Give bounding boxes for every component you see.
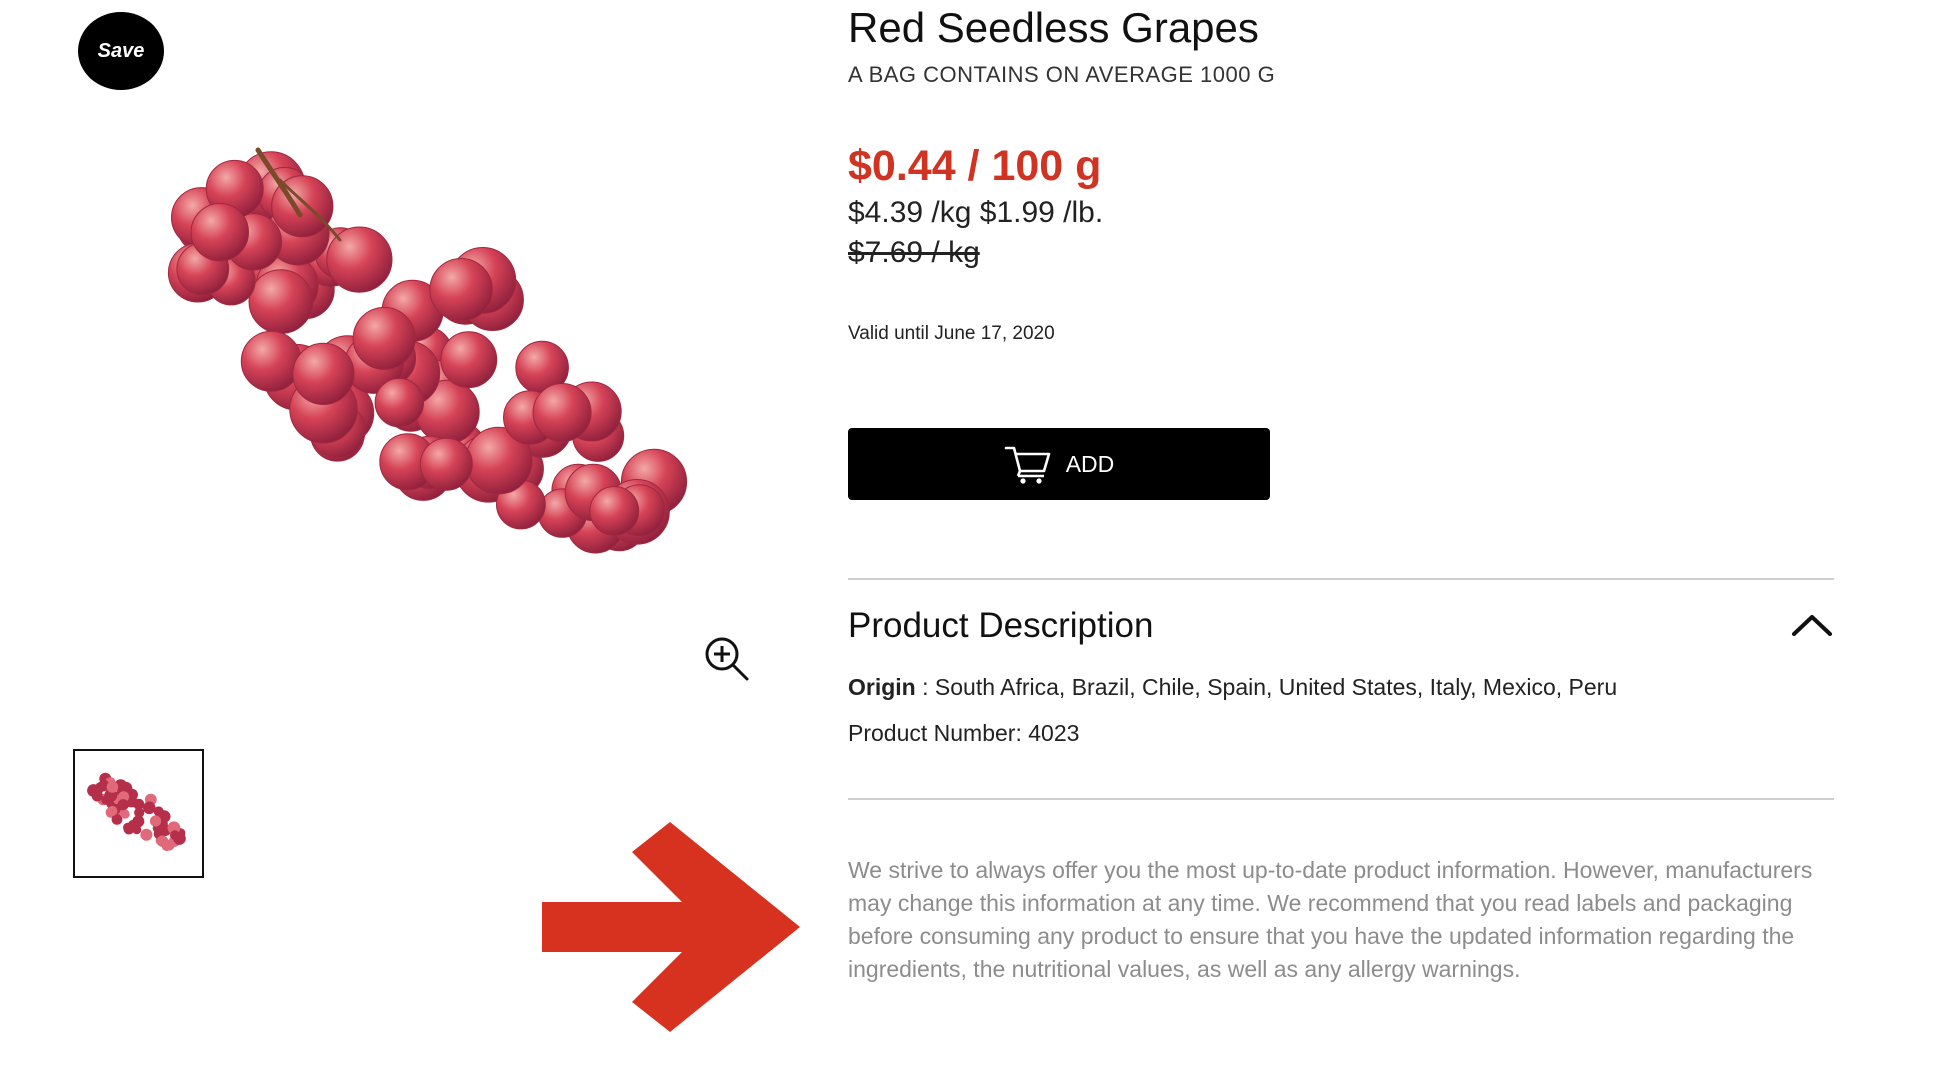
save-badge[interactable]: Save	[78, 12, 164, 90]
unit-prices: $4.39 /kg $1.99 /lb.	[848, 196, 1104, 229]
product-description-heading[interactable]: Product Description	[848, 606, 1153, 646]
divider-bottom	[848, 798, 1834, 800]
valid-until: Valid until June 17, 2020	[848, 323, 1055, 344]
chevron-up-icon[interactable]	[1790, 610, 1834, 640]
disclaimer-text: We strive to always offer you the most u…	[848, 857, 1813, 982]
origin-line: Origin : South Africa, Brazil, Chile, Sp…	[848, 674, 1617, 701]
origin-label: Origin	[848, 674, 916, 700]
annotation-arrow-icon	[542, 822, 800, 1032]
add-button-label: ADD	[1065, 450, 1115, 477]
product-title: Red Seedless Grapes	[848, 4, 1259, 51]
divider-top	[848, 578, 1834, 580]
product-thumbnail[interactable]	[73, 749, 204, 878]
product-number: Product Number: 4023	[848, 720, 1080, 746]
add-to-cart-button[interactable]: ADD	[848, 428, 1270, 500]
grape-cluster	[167, 151, 688, 554]
zoom-in-icon[interactable]	[702, 634, 752, 684]
regular-price: $7.69 / kg	[848, 236, 980, 269]
product-subtitle: A BAG CONTAINS ON AVERAGE 1000 G	[848, 62, 1276, 87]
thumbnail-image	[87, 772, 186, 852]
shopping-cart-icon	[1004, 446, 1051, 484]
sale-price: $0.44 / 100 g	[848, 142, 1102, 190]
product-image	[167, 147, 688, 554]
origin-value: : South Africa, Brazil, Chile, Spain, Un…	[915, 674, 1618, 700]
save-badge-label: Save	[97, 39, 145, 62]
